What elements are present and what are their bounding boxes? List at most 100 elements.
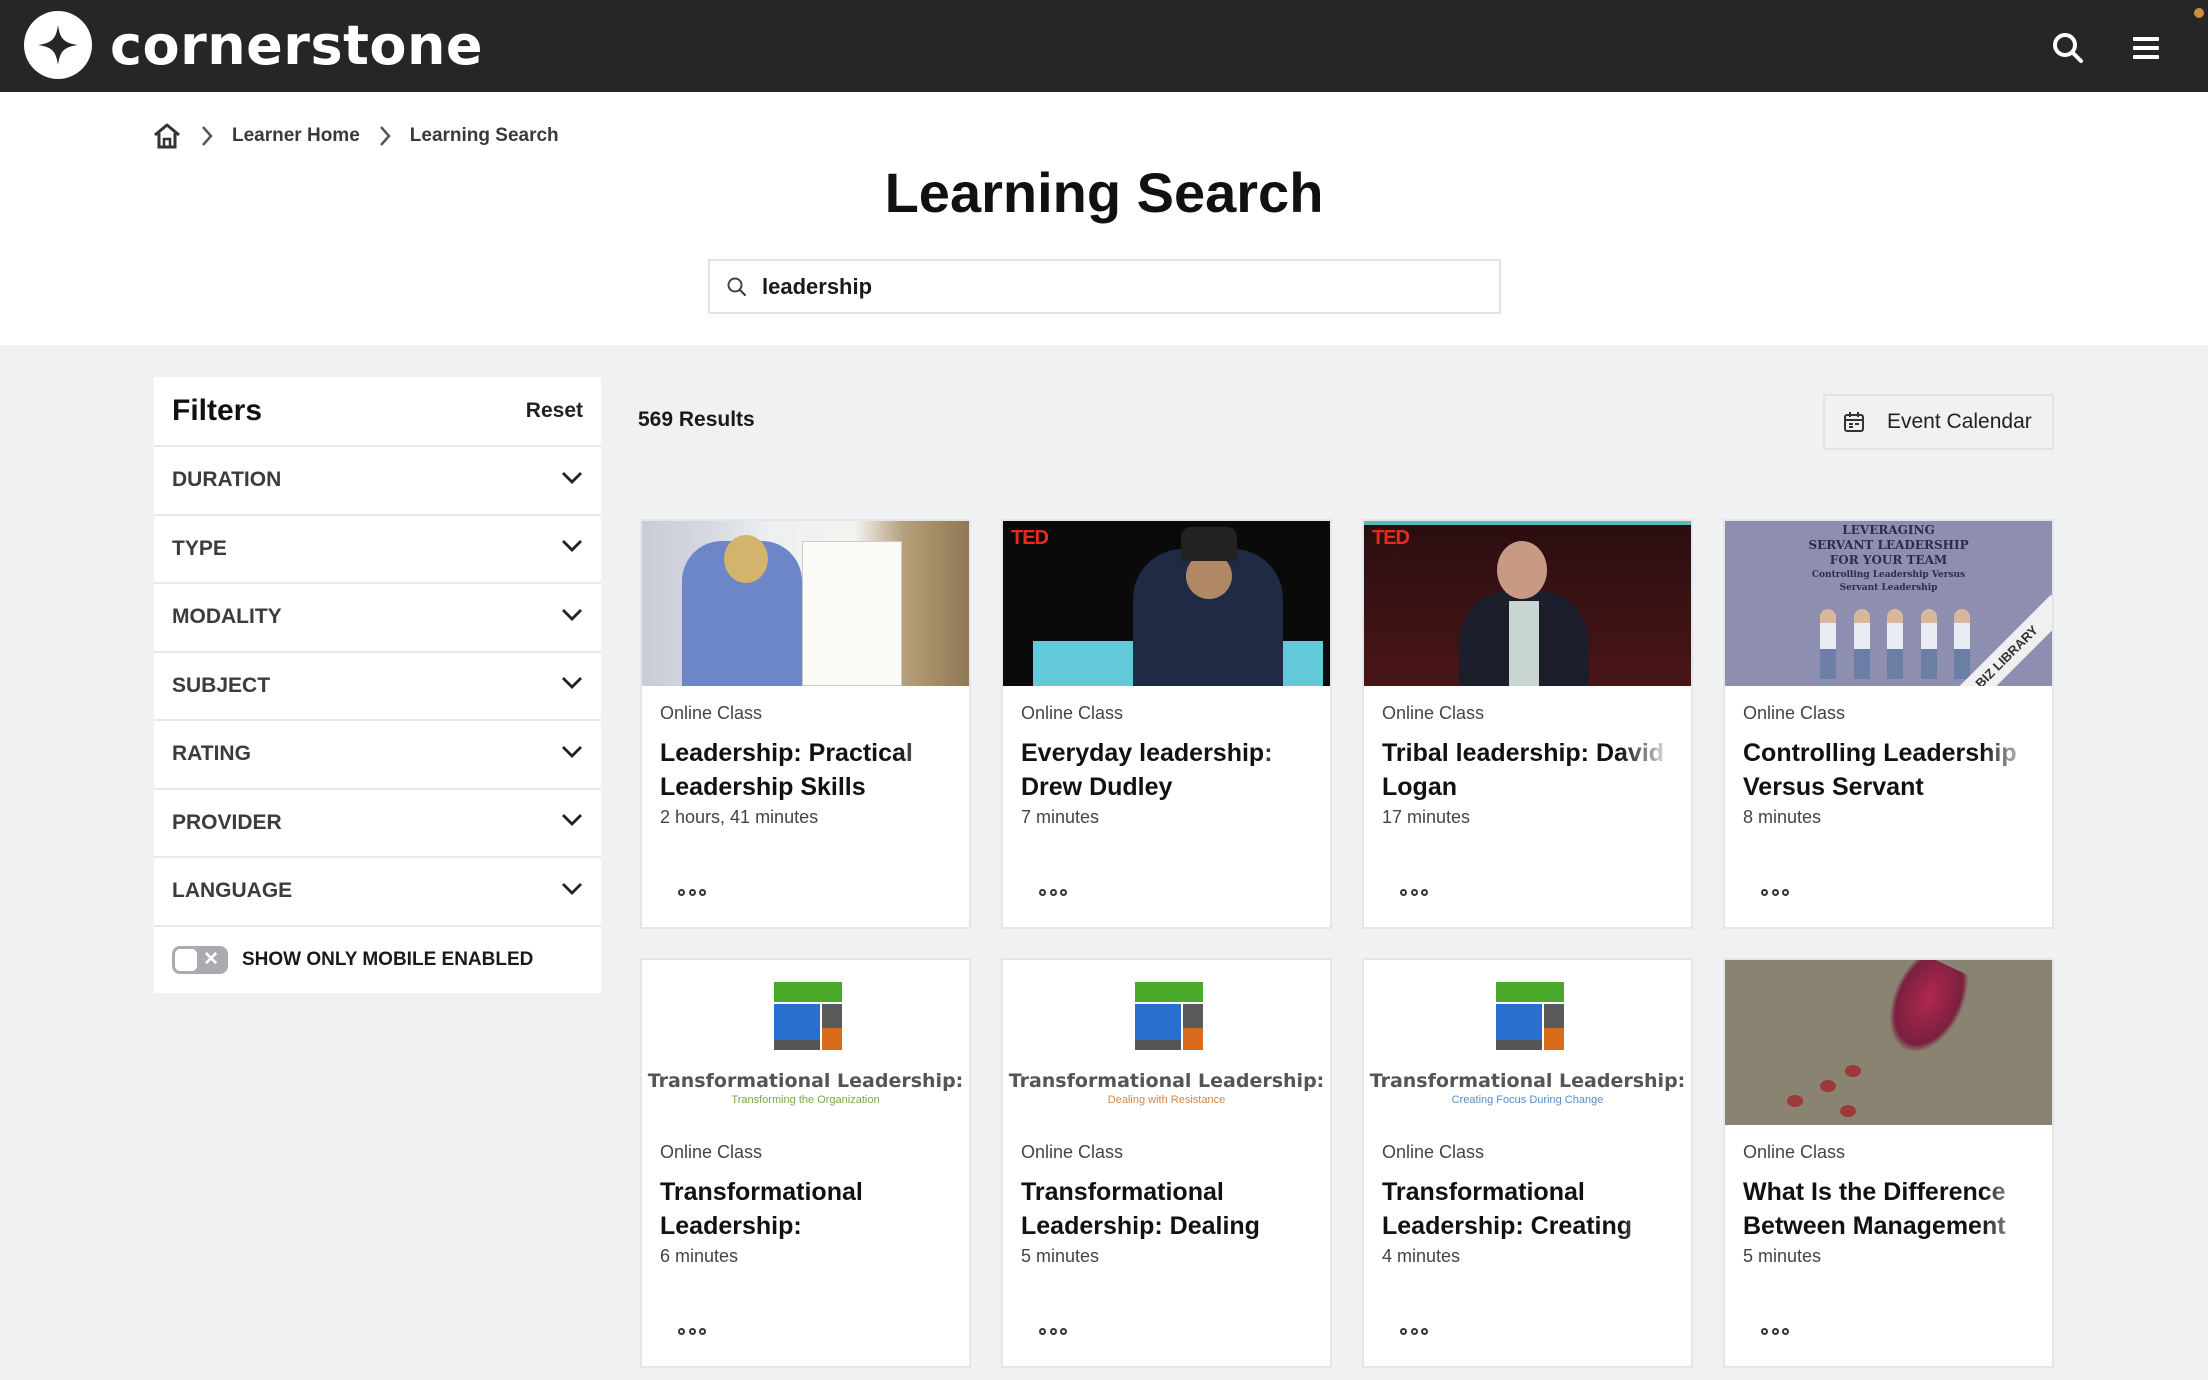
course-card[interactable]: Transformational Leadership: Transformin… — [640, 958, 971, 1368]
course-type: Online Class — [1382, 703, 1485, 723]
course-card[interactable]: LEVERAGING SERVANT LEADERSHIP FOR YOUR T… — [1723, 519, 2054, 929]
filters-panel: Filters Reset DURATION TYPE MODALITY SUB… — [154, 377, 601, 993]
filter-type[interactable]: TYPE — [154, 516, 601, 584]
ted-logo: TED — [1372, 527, 1410, 549]
filters-title: Filters — [172, 394, 263, 427]
chevron-down-icon — [561, 676, 583, 695]
filter-label: RATING — [172, 742, 251, 766]
chevron-down-icon — [561, 471, 583, 490]
more-options-icon[interactable] — [1761, 885, 1789, 899]
course-duration: 5 minutes — [1743, 1246, 1822, 1266]
course-thumbnail: Transformational Leadership: Dealing wit… — [1003, 960, 1330, 1125]
breadcrumb-learning-search: Learning Search — [409, 125, 559, 146]
calendar-icon — [1843, 411, 1865, 433]
filter-label: LANGUAGE — [172, 879, 293, 903]
more-options-icon[interactable] — [678, 1324, 706, 1338]
home-icon[interactable] — [152, 122, 182, 150]
course-card[interactable]: TED Online Class Everyday leadership: Dr… — [1001, 519, 1332, 929]
course-type: Online Class — [660, 703, 763, 723]
course-title[interactable]: Everyday leadership: Drew Dudley — [1021, 736, 1312, 804]
more-options-icon[interactable] — [678, 885, 706, 899]
course-type: Online Class — [1743, 1142, 1846, 1162]
course-type: Online Class — [1021, 703, 1124, 723]
more-options-icon[interactable] — [1039, 1324, 1067, 1338]
event-calendar-button[interactable]: Event Calendar — [1823, 394, 2054, 450]
course-thumbnail: Transformational Leadership: Creating Fo… — [1364, 960, 1691, 1125]
filter-label: MODALITY — [172, 605, 282, 629]
search-input[interactable] — [762, 273, 1462, 300]
brand-logo[interactable]: cornerstone — [24, 10, 483, 80]
course-duration: 4 minutes — [1382, 1246, 1461, 1266]
course-duration: 7 minutes — [1021, 807, 1100, 827]
results-count: 569 Results — [638, 408, 755, 431]
chevron-down-icon — [561, 608, 583, 627]
filter-label: DURATION — [172, 468, 282, 492]
hamburger-menu-icon[interactable] — [2126, 28, 2166, 68]
chevron-right-icon — [378, 124, 392, 148]
more-options-icon[interactable] — [1761, 1324, 1789, 1338]
filter-label: TYPE — [172, 536, 227, 560]
more-options-icon[interactable] — [1039, 885, 1067, 899]
search-icon — [726, 276, 748, 298]
course-thumbnail: LEVERAGING SERVANT LEADERSHIP FOR YOUR T… — [1725, 521, 2052, 686]
course-card[interactable]: Transformational Leadership: Dealing wit… — [1001, 958, 1332, 1368]
course-title[interactable]: Leadership: Practical Leadership Skills — [660, 736, 951, 804]
course-duration: 5 minutes — [1021, 1246, 1100, 1266]
course-card[interactable]: Transformational Leadership: Creating Fo… — [1362, 958, 1693, 1368]
ted-logo: TED — [1011, 527, 1049, 549]
cornerstone-star-icon — [24, 11, 92, 79]
course-duration: 6 minutes — [660, 1246, 739, 1266]
chevron-down-icon — [561, 813, 583, 832]
course-card[interactable]: Online Class What Is the Difference Betw… — [1723, 958, 2054, 1368]
mobile-enabled-row: ✕ SHOW ONLY MOBILE ENABLED — [154, 927, 601, 993]
chevron-down-icon — [561, 539, 583, 558]
results-grid: Online Class Leadership: Practical Leade… — [640, 519, 2054, 1368]
course-card[interactable]: TED Online Class Tribal leadership: Davi… — [1362, 519, 1693, 929]
course-type: Online Class — [660, 1142, 763, 1162]
chevron-down-icon — [561, 882, 583, 901]
more-options-icon[interactable] — [1400, 885, 1428, 899]
course-duration: 2 hours, 41 minutes — [660, 807, 819, 827]
brand-name: cornerstone — [110, 13, 484, 77]
course-title[interactable]: Transformational Leadership: Creating — [1382, 1175, 1673, 1243]
course-type: Online Class — [1382, 1142, 1485, 1162]
chevron-down-icon — [561, 745, 583, 764]
filter-language[interactable]: LANGUAGE — [154, 858, 601, 927]
course-duration: 17 minutes — [1382, 807, 1471, 827]
course-thumbnail — [642, 521, 969, 686]
transformational-leadership-logo — [774, 982, 842, 1050]
course-title[interactable]: Transformational Leadership: — [660, 1175, 951, 1243]
filter-label: PROVIDER — [172, 810, 282, 834]
transformational-leadership-logo — [1496, 982, 1564, 1050]
filter-provider[interactable]: PROVIDER — [154, 790, 601, 858]
mobile-enabled-label: SHOW ONLY MOBILE ENABLED — [242, 948, 534, 970]
reset-filters-button[interactable]: Reset — [526, 399, 583, 423]
course-card[interactable]: Online Class Leadership: Practical Leade… — [640, 519, 971, 929]
search-icon[interactable] — [2048, 28, 2088, 68]
more-options-icon[interactable] — [1400, 1324, 1428, 1338]
course-title[interactable]: Transformational Leadership: Dealing — [1021, 1175, 1312, 1243]
filters-header: Filters Reset — [154, 377, 601, 447]
top-navigation-bar: cornerstone — [0, 0, 2208, 92]
course-title[interactable]: What Is the Difference Between Managemen… — [1743, 1175, 2034, 1243]
course-thumbnail: TED — [1364, 521, 1691, 686]
course-thumbnail: TED — [1003, 521, 1330, 686]
course-title[interactable]: Tribal leadership: David Logan — [1382, 736, 1673, 804]
search-field[interactable] — [708, 259, 1501, 314]
page-title: Learning Search — [884, 161, 1324, 224]
breadcrumb-learner-home[interactable]: Learner Home — [232, 125, 360, 147]
course-title[interactable]: Controlling Leadership Versus Servant — [1743, 736, 2034, 804]
mobile-enabled-toggle[interactable]: ✕ — [172, 945, 228, 974]
filter-label: SUBJECT — [172, 673, 271, 697]
chevron-right-icon — [200, 124, 214, 148]
filter-duration[interactable]: DURATION — [154, 447, 601, 516]
notification-dot — [2194, 8, 2204, 18]
filter-rating[interactable]: RATING — [154, 721, 601, 790]
close-icon: ✕ — [203, 948, 219, 970]
filter-subject[interactable]: SUBJECT — [154, 653, 601, 721]
thumbnail-caption: LEVERAGING SERVANT LEADERSHIP FOR YOUR T… — [1808, 523, 1969, 593]
course-thumbnail: Transformational Leadership: Transformin… — [642, 960, 969, 1125]
filter-modality[interactable]: MODALITY — [154, 584, 601, 653]
course-type: Online Class — [1743, 703, 1846, 723]
breadcrumb: Learner Home Learning Search — [152, 120, 559, 152]
